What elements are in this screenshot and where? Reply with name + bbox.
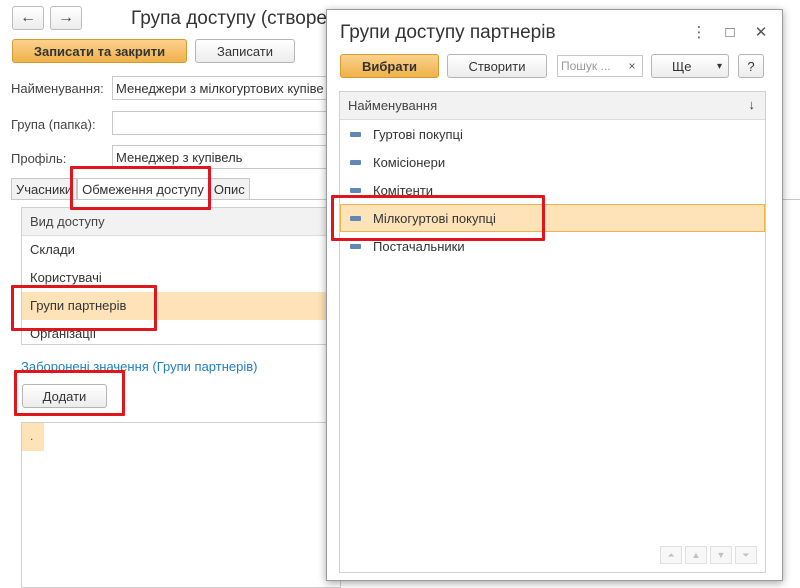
name-label: Найменування:: [11, 81, 104, 96]
tab-description[interactable]: Опис: [208, 178, 250, 200]
search-box: ×: [557, 55, 643, 77]
list-item[interactable]: Комітенти: [340, 176, 765, 204]
catalog-item-icon: [350, 159, 361, 165]
table-row[interactable]: Користувачі: [22, 264, 340, 292]
values-row-marker[interactable]: .: [22, 423, 44, 451]
list-header[interactable]: Найменування ↓: [340, 92, 765, 120]
tab-participants[interactable]: Учасники: [11, 178, 78, 200]
more-button[interactable]: Ще ▾: [651, 54, 729, 78]
dialog-title: Групи доступу партнерів: [340, 22, 556, 43]
catalog-item-icon: [350, 243, 361, 249]
clear-search-icon[interactable]: ×: [624, 57, 640, 75]
scroll-top-icon[interactable]: ⏶: [660, 546, 682, 564]
list-item-label: Комісіонери: [373, 154, 446, 170]
sort-down-icon[interactable]: ↓: [749, 97, 756, 112]
list-item[interactable]: Комісіонери: [340, 148, 765, 176]
close-icon[interactable]: ✕: [751, 22, 771, 42]
chevron-down-icon: ▾: [716, 60, 722, 72]
table-row[interactable]: Організації: [22, 320, 340, 344]
form-tabs: Учасники Обмеження доступу Опис: [11, 178, 250, 200]
partner-access-groups-dialog: Групи доступу партнерів ⋮ □ ✕ Вибрати Ст…: [326, 9, 783, 581]
select-button[interactable]: Вибрати: [340, 54, 439, 78]
table-row[interactable]: Склади: [22, 236, 340, 264]
save-and-close-button[interactable]: Записати та закрити: [12, 39, 187, 63]
list-item-label: Постачальники: [373, 238, 465, 254]
access-kind-header: Вид доступу: [22, 208, 340, 236]
values-table: .: [21, 422, 341, 588]
list-item[interactable]: Постачальники: [340, 232, 765, 260]
list-scroll-controls: ⏶ ▲ ▼ ⏷: [660, 546, 757, 564]
arrow-left-icon: ←: [20, 9, 36, 26]
catalog-item-icon: [350, 215, 361, 221]
catalog-item-icon: [350, 187, 361, 193]
profile-field[interactable]: Менеджер з купівель: [112, 145, 342, 169]
group-label: Група (папка):: [11, 117, 96, 132]
name-field[interactable]: Менеджери з мілкогуртових купіве: [112, 76, 342, 100]
access-kinds-table: Вид доступу Склади Користувачі Групи пар…: [21, 207, 341, 345]
table-row[interactable]: Групи партнерів: [22, 292, 340, 320]
create-button[interactable]: Створити: [447, 54, 547, 78]
list-item-label: Мілкогуртові покупці: [373, 210, 496, 226]
add-button[interactable]: Додати: [22, 384, 107, 408]
partner-groups-list: Найменування ↓ Гуртові покупці Комісіоне…: [339, 91, 766, 573]
save-button[interactable]: Записати: [195, 39, 295, 63]
list-item-label: Комітенти: [373, 182, 434, 198]
help-button[interactable]: ?: [738, 54, 764, 78]
list-item[interactable]: Мілкогуртові покупці: [340, 204, 765, 232]
form-title: Група доступу (створе: [131, 8, 327, 29]
arrow-right-icon: →: [58, 9, 74, 26]
maximize-icon[interactable]: □: [720, 22, 740, 42]
scroll-up-icon[interactable]: ▲: [685, 546, 707, 564]
group-field[interactable]: [112, 111, 342, 135]
more-button-label: Ще: [672, 58, 692, 74]
search-input[interactable]: [558, 56, 622, 76]
list-item-label: Гуртові покупці: [373, 126, 463, 142]
back-button[interactable]: ←: [12, 6, 44, 30]
scroll-bottom-icon[interactable]: ⏷: [735, 546, 757, 564]
list-item[interactable]: Гуртові покупці: [340, 120, 765, 148]
tab-access-restrictions[interactable]: Обмеження доступу: [77, 178, 209, 200]
catalog-item-icon: [350, 131, 361, 137]
forbidden-values-link[interactable]: Заборонені значення (Групи партнерів): [21, 359, 257, 374]
scroll-down-icon[interactable]: ▼: [710, 546, 732, 564]
forward-button[interactable]: →: [50, 6, 82, 30]
list-header-label: Найменування: [348, 98, 438, 113]
profile-label: Профіль:: [11, 151, 67, 166]
more-actions-icon[interactable]: ⋮: [689, 22, 709, 42]
